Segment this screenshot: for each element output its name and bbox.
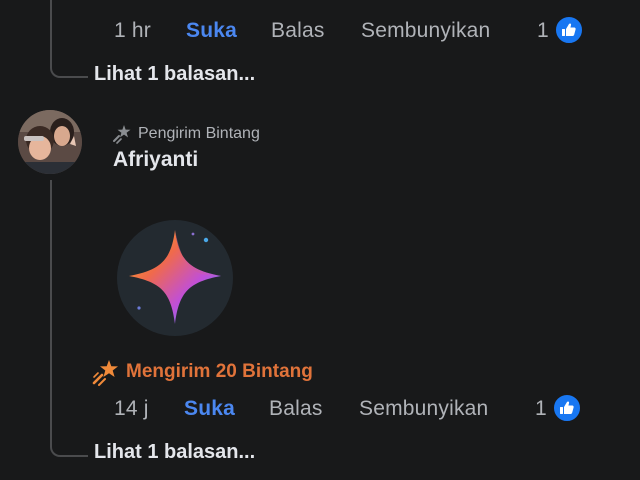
like-button[interactable]: Suka (184, 397, 235, 421)
comment-author[interactable]: Afriyanti (113, 148, 198, 172)
like-icon[interactable] (553, 394, 581, 422)
star-sender-label: Pengirim Bintang (138, 125, 260, 142)
thread-connector-bottom (50, 415, 88, 457)
reply-button[interactable]: Balas (271, 19, 325, 43)
like-button[interactable]: Suka (186, 19, 237, 43)
reaction-count[interactable]: 1 (537, 19, 549, 43)
view-replies-link[interactable]: Lihat 1 balasan... (94, 63, 255, 86)
reply-button[interactable]: Balas (269, 397, 323, 421)
hide-button[interactable]: Sembunyikan (361, 19, 490, 43)
stars-sent-label: Mengirim 20 Bintang (126, 361, 313, 382)
shooting-star-icon (92, 360, 118, 386)
thread-connector-top (50, 0, 88, 78)
stars-sticker (117, 220, 233, 336)
hide-button[interactable]: Sembunyikan (359, 397, 488, 421)
comment-actions: 14 j Suka Balas Sembunyikan (114, 397, 534, 427)
comment-thread: 1 hr Suka Balas Sembunyikan 1 Lihat 1 ba… (0, 0, 640, 480)
view-replies-link[interactable]: Lihat 1 balasan... (94, 441, 255, 464)
reaction-count[interactable]: 1 (535, 397, 547, 421)
comment-timestamp: 14 j (114, 397, 149, 420)
user-avatar[interactable] (18, 110, 82, 174)
comment-actions: 1 hr Suka Balas Sembunyikan (114, 19, 534, 49)
sparkle-star-sticker (129, 230, 221, 324)
comment-timestamp: 1 hr (114, 19, 151, 42)
star-sender-icon (113, 125, 131, 144)
like-icon[interactable] (555, 16, 583, 44)
user-avatar-photo (18, 110, 82, 174)
thread-connector-vertical (50, 180, 52, 416)
